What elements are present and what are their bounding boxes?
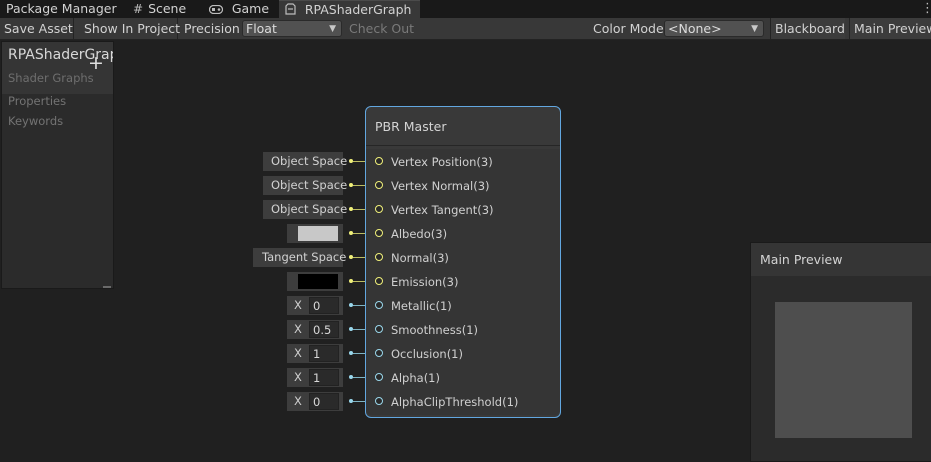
hash-icon: # <box>133 2 144 16</box>
tab-label: RPAShaderGraph <box>304 2 412 17</box>
blackboard-panel[interactable]: RPAShaderGraph Shader Graphs + Propertie… <box>1 41 114 289</box>
occlusion-input[interactable]: X 1 <box>287 344 343 363</box>
alpha-clip-threshold-value-box[interactable]: 0 <box>309 393 339 410</box>
alpha-clip-threshold-value: 0 <box>313 395 321 409</box>
vertex-tangent-port[interactable] <box>375 205 383 213</box>
albedo-color-field[interactable] <box>287 224 343 243</box>
color-mode-value: <None> <box>668 21 722 36</box>
occlusion-value: 1 <box>313 347 321 361</box>
preview-render-area[interactable] <box>775 302 912 438</box>
albedo-color-swatch[interactable] <box>298 226 338 241</box>
port-label-albedo: Albedo(3) <box>391 227 448 241</box>
shader-graph-icon <box>285 3 300 17</box>
emission-port[interactable] <box>375 277 383 285</box>
pbr-master-node[interactable]: PBR Master Vertex Position(3) Vertex Nor… <box>365 106 561 418</box>
editor-tab-bar: Package Manager # Scene Game RPAShaderGra… <box>0 0 931 19</box>
port-label-vertex-tangent: Vertex Tangent(3) <box>391 203 494 217</box>
blackboard-section-properties[interactable]: Properties <box>8 94 66 108</box>
space-value: Object Space <box>271 154 348 168</box>
shader-graph-toolbar: Save Asset Show In Project Precision Flo… <box>0 18 931 40</box>
tab-game[interactable]: Game <box>203 0 275 18</box>
vertex-position-port[interactable] <box>375 157 383 165</box>
space-value: Object Space <box>271 202 348 216</box>
normal-space-field[interactable]: Tangent Space <box>253 248 347 267</box>
precision-value: Float <box>246 21 277 36</box>
color-mode-label: Color Mode <box>593 21 664 36</box>
tab-label: Package Manager <box>6 1 117 16</box>
emission-color-swatch[interactable] <box>298 274 338 289</box>
axis-label: X <box>294 370 302 384</box>
albedo-port[interactable] <box>375 229 383 237</box>
axis-label: X <box>294 394 302 408</box>
resize-handle[interactable] <box>103 286 111 288</box>
check-out-button[interactable]: Check Out <box>349 18 414 39</box>
main-preview-toggle-button[interactable]: Main Preview <box>849 18 931 39</box>
blackboard-subtitle: Shader Graphs <box>8 71 94 85</box>
vertex-position-space-field[interactable]: Object Space <box>263 152 347 171</box>
port-label-alpha-clip-threshold: AlphaClipThreshold(1) <box>391 395 519 409</box>
precision-dropdown[interactable]: Float ▼ <box>242 20 342 37</box>
node-title-bar[interactable]: PBR Master <box>366 107 560 146</box>
port-label-vertex-position: Vertex Position(3) <box>391 155 493 169</box>
alpha-port[interactable] <box>375 373 383 381</box>
blackboard-header: RPAShaderGraph Shader Graphs + <box>2 42 113 94</box>
port-label-metallic: Metallic(1) <box>391 299 452 313</box>
color-mode-dropdown[interactable]: <None> ▼ <box>664 20 764 37</box>
tab-label: Game <box>231 1 270 16</box>
smoothness-input[interactable]: X 0.5 <box>287 320 343 339</box>
vertex-tangent-space-field[interactable]: Object Space <box>263 200 347 219</box>
metallic-input[interactable]: X 0 <box>287 296 343 315</box>
axis-label: X <box>294 346 302 360</box>
preview-shading <box>912 351 920 431</box>
metallic-value: 0 <box>313 299 321 313</box>
port-label-normal: Normal(3) <box>391 251 449 265</box>
smoothness-port[interactable] <box>375 325 383 333</box>
vertex-normal-space-field[interactable]: Object Space <box>263 176 347 195</box>
blackboard-toggle-button[interactable]: Blackboard <box>770 18 845 39</box>
tab-label: Scene <box>148 1 187 16</box>
port-label-vertex-normal: Vertex Normal(3) <box>391 179 490 193</box>
alpha-clip-threshold-port[interactable] <box>375 397 383 405</box>
port-label-occlusion: Occlusion(1) <box>391 347 463 361</box>
emission-color-field[interactable] <box>287 272 343 291</box>
metallic-value-box[interactable]: 0 <box>309 297 339 314</box>
vertex-normal-port[interactable] <box>375 181 383 189</box>
normal-port[interactable] <box>375 253 383 261</box>
chevron-down-icon: ▼ <box>329 24 336 34</box>
port-label-emission: Emission(3) <box>391 275 459 289</box>
port-label-smoothness: Smoothness(1) <box>391 323 479 337</box>
smoothness-value: 0.5 <box>313 323 332 337</box>
space-value: Object Space <box>271 178 348 192</box>
axis-label: X <box>294 298 302 312</box>
main-preview-title: Main Preview <box>760 252 843 267</box>
more-options-icon[interactable]: ⋮ <box>921 0 931 18</box>
alpha-value: 1 <box>313 371 321 385</box>
space-value: Tangent Space <box>262 250 347 264</box>
tab-rpashadergraph[interactable]: RPAShaderGraph <box>279 0 420 18</box>
metallic-port[interactable] <box>375 301 383 309</box>
show-in-project-button[interactable]: Show In Project <box>80 18 180 39</box>
blackboard-section-keywords[interactable]: Keywords <box>8 114 63 128</box>
tab-package-manager[interactable]: Package Manager <box>0 0 122 18</box>
main-preview-panel[interactable]: Main Preview <box>750 242 931 462</box>
alpha-input[interactable]: X 1 <box>287 368 343 387</box>
gamepad-icon <box>208 2 227 16</box>
smoothness-value-box[interactable]: 0.5 <box>309 321 339 338</box>
tab-scene[interactable]: # Scene <box>127 0 203 18</box>
alpha-value-box[interactable]: 1 <box>309 369 339 386</box>
port-label-alpha: Alpha(1) <box>391 371 440 385</box>
chevron-down-icon: ▼ <box>751 24 758 34</box>
add-property-button[interactable]: + <box>88 54 104 73</box>
alpha-clip-threshold-input[interactable]: X 0 <box>287 392 343 411</box>
node-title: PBR Master <box>375 119 447 134</box>
precision-label: Precision <box>184 21 240 36</box>
occlusion-value-box[interactable]: 1 <box>309 345 339 362</box>
save-asset-button[interactable]: Save Asset <box>0 18 74 39</box>
axis-label: X <box>294 322 302 336</box>
occlusion-port[interactable] <box>375 349 383 357</box>
main-preview-header[interactable]: Main Preview <box>751 243 931 276</box>
